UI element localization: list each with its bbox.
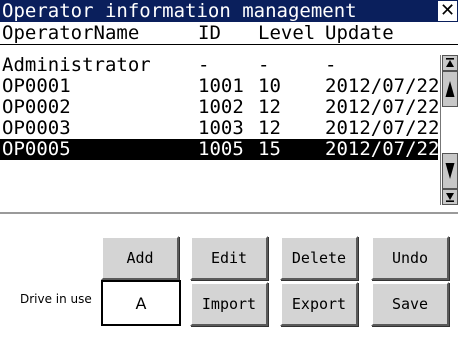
row-level: 12 — [258, 96, 281, 118]
table-row[interactable]: OP0003 1003 12 2012/07/22 — [0, 117, 440, 139]
row-update: 2012/07/22 — [325, 117, 440, 139]
column-header: OperatorName ID Level Update — [0, 22, 458, 45]
operator-list[interactable]: Administrator - - - OP0001 1001 10 2012/… — [0, 55, 440, 205]
row-operator-name: OP0005 — [2, 138, 71, 160]
row-operator-name: Administrator — [2, 54, 151, 76]
row-id: - — [198, 54, 210, 76]
row-operator-name: OP0002 — [2, 96, 71, 118]
table-row[interactable]: OP0001 1001 10 2012/07/22 — [0, 75, 440, 97]
row-update: 2012/07/22 — [325, 138, 440, 160]
row-update: 2012/07/22 — [325, 75, 440, 97]
save-button[interactable]: Save — [371, 282, 449, 326]
export-button[interactable]: Export — [280, 282, 358, 326]
row-id: 1002 — [198, 96, 244, 118]
row-update: - — [325, 54, 337, 76]
column-operator-name: OperatorName — [2, 22, 140, 44]
page-down-icon[interactable] — [442, 153, 458, 189]
edit-button[interactable]: Edit — [190, 236, 268, 280]
table-row[interactable]: OP0002 1002 12 2012/07/22 — [0, 96, 440, 118]
scroll-bottom-icon[interactable] — [442, 189, 458, 205]
column-level: Level — [258, 22, 316, 44]
row-operator-name: OP0001 — [2, 75, 71, 97]
column-update: Update — [325, 22, 394, 44]
row-id: 1005 — [198, 138, 244, 160]
row-level: - — [258, 54, 270, 76]
add-button[interactable]: Add — [101, 236, 179, 280]
drive-in-use-label: Drive in use — [20, 292, 92, 306]
row-update: 2012/07/22 — [325, 96, 440, 118]
scroll-top-icon[interactable] — [442, 55, 458, 71]
row-level: 12 — [258, 117, 281, 139]
row-level: 10 — [258, 75, 281, 97]
row-level: 15 — [258, 138, 281, 160]
undo-button[interactable]: Undo — [371, 236, 449, 280]
title-bar: Operator information management ✕ — [0, 0, 458, 22]
window-title: Operator information management — [2, 0, 357, 22]
row-id: 1003 — [198, 117, 244, 139]
drive-in-use-field[interactable]: A — [101, 280, 181, 326]
table-row[interactable]: Administrator - - - — [0, 55, 438, 76]
delete-button[interactable]: Delete — [280, 236, 358, 280]
column-id: ID — [198, 22, 221, 44]
scrollbar[interactable] — [440, 55, 458, 205]
table-row-selected[interactable]: OP0005 1005 15 2012/07/22 — [0, 138, 440, 160]
row-id: 1001 — [198, 75, 244, 97]
import-button[interactable]: Import — [190, 282, 268, 326]
page-up-icon[interactable] — [442, 71, 458, 107]
row-operator-name: OP0003 — [2, 117, 71, 139]
close-icon[interactable]: ✕ — [438, 1, 457, 21]
